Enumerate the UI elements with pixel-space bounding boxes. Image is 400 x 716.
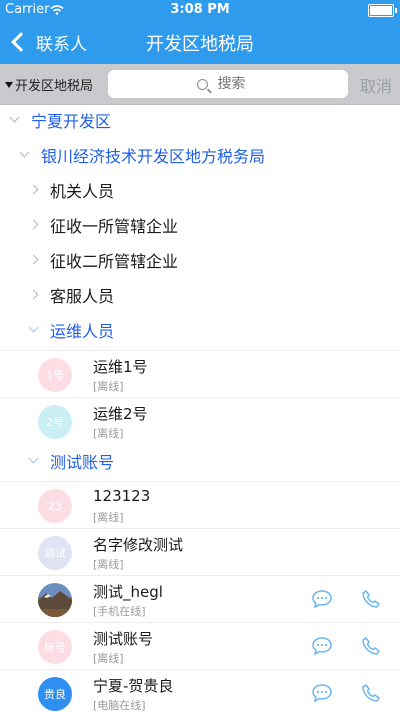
message-icon[interactable]	[309, 586, 335, 612]
avatar: 2号	[38, 405, 72, 439]
avatar: 1号	[38, 358, 72, 392]
tree-node-org[interactable]: 银川经济技术开发区地方税务局	[0, 137, 400, 172]
chevron-down-icon	[28, 322, 39, 333]
search-input[interactable]	[215, 75, 260, 93]
avatar: 测试	[38, 536, 72, 570]
contact-row[interactable]: 23 123123 [离线]	[0, 481, 400, 528]
status-bar: Carrier 3:08 PM	[0, 0, 400, 20]
message-icon[interactable]	[309, 633, 335, 659]
chevron-down-icon	[19, 147, 30, 158]
chevron-right-icon	[28, 289, 39, 300]
avatar: 23	[38, 489, 72, 523]
tree-node-label: 测试账号	[50, 452, 115, 472]
chevron-right-icon	[28, 254, 39, 265]
contact-status: [离线]	[93, 511, 124, 524]
tree-node-label: 运维人员	[50, 321, 115, 341]
contact-name: 测试_hegl	[93, 583, 163, 601]
contact-name: 运维2号	[93, 405, 148, 423]
tree-node-group[interactable]: 征收二所管辖企业	[0, 242, 400, 277]
page-title: 开发区地税局	[146, 34, 254, 55]
clock: 3:08 PM	[170, 2, 230, 17]
contact-name: 宁夏-贺贵良	[93, 677, 174, 695]
chevron-down-icon	[9, 112, 20, 123]
navigation-bar: 联系人 开发区地税局	[0, 20, 400, 64]
chevron-right-icon	[28, 219, 39, 230]
search-bar: 开发区地税局 取消	[0, 64, 400, 105]
contact-row[interactable]: 1号 运维1号 [离线]	[0, 350, 400, 397]
tree-node-label: 客服人员	[50, 286, 115, 306]
battery-icon	[368, 4, 397, 17]
avatar: 贵良	[38, 677, 72, 711]
contact-name: 运维1号	[93, 358, 148, 376]
tree-node-label: 征收二所管辖企业	[50, 251, 179, 271]
contact-name: 123123	[93, 487, 151, 505]
tree-node-group[interactable]: 客服人员	[0, 277, 400, 312]
scope-selector[interactable]: 开发区地税局	[5, 75, 93, 94]
search-field[interactable]	[108, 70, 348, 98]
phone-icon[interactable]	[358, 680, 384, 706]
tree-node-label: 征收一所管辖企业	[50, 216, 179, 236]
contact-name: 名字修改测试	[93, 536, 184, 554]
contact-row[interactable]: 2号 运维2号 [离线]	[0, 397, 400, 444]
search-icon	[196, 78, 208, 90]
tree-node-label: 宁夏开发区	[31, 111, 112, 131]
tree-node-group[interactable]: 机关人员	[0, 172, 400, 207]
contact-row[interactable]: 测试 名字修改测试 [离线]	[0, 528, 400, 575]
contact-row[interactable]: 测试_hegl [手机在线]	[0, 575, 400, 622]
tree-node-label: 机关人员	[50, 181, 115, 201]
contact-status: [手机在线]	[93, 605, 146, 618]
cancel-button[interactable]: 取消	[360, 73, 392, 97]
contact-status: [离线]	[93, 652, 124, 665]
avatar: 账号	[38, 630, 72, 664]
contact-row[interactable]: 贵良 宁夏-贺贵良 [电脑在线]	[0, 669, 400, 716]
tree-node-group-ops[interactable]: 运维人员	[0, 312, 400, 347]
chevron-down-icon	[28, 453, 39, 464]
tree-node-root[interactable]: 宁夏开发区	[0, 102, 400, 137]
contact-status: [离线]	[93, 427, 124, 440]
scope-label: 开发区地税局	[15, 79, 94, 94]
dropdown-icon	[5, 81, 13, 88]
contact-status: [离线]	[93, 380, 124, 393]
chevron-right-icon	[28, 184, 39, 195]
contact-row[interactable]: 账号 测试账号 [离线]	[0, 622, 400, 669]
avatar-photo	[38, 583, 72, 617]
contact-status: [电脑在线]	[93, 699, 146, 712]
contact-status: [离线]	[93, 558, 124, 571]
phone-icon[interactable]	[358, 633, 384, 659]
contact-name: 测试账号	[93, 630, 154, 648]
tree-node-group[interactable]: 征收一所管辖企业	[0, 207, 400, 242]
message-icon[interactable]	[309, 680, 335, 706]
tree-node-group-test[interactable]: 测试账号	[0, 443, 400, 478]
tree-node-label: 银川经济技术开发区地方税务局	[41, 146, 266, 166]
phone-icon[interactable]	[358, 586, 384, 612]
